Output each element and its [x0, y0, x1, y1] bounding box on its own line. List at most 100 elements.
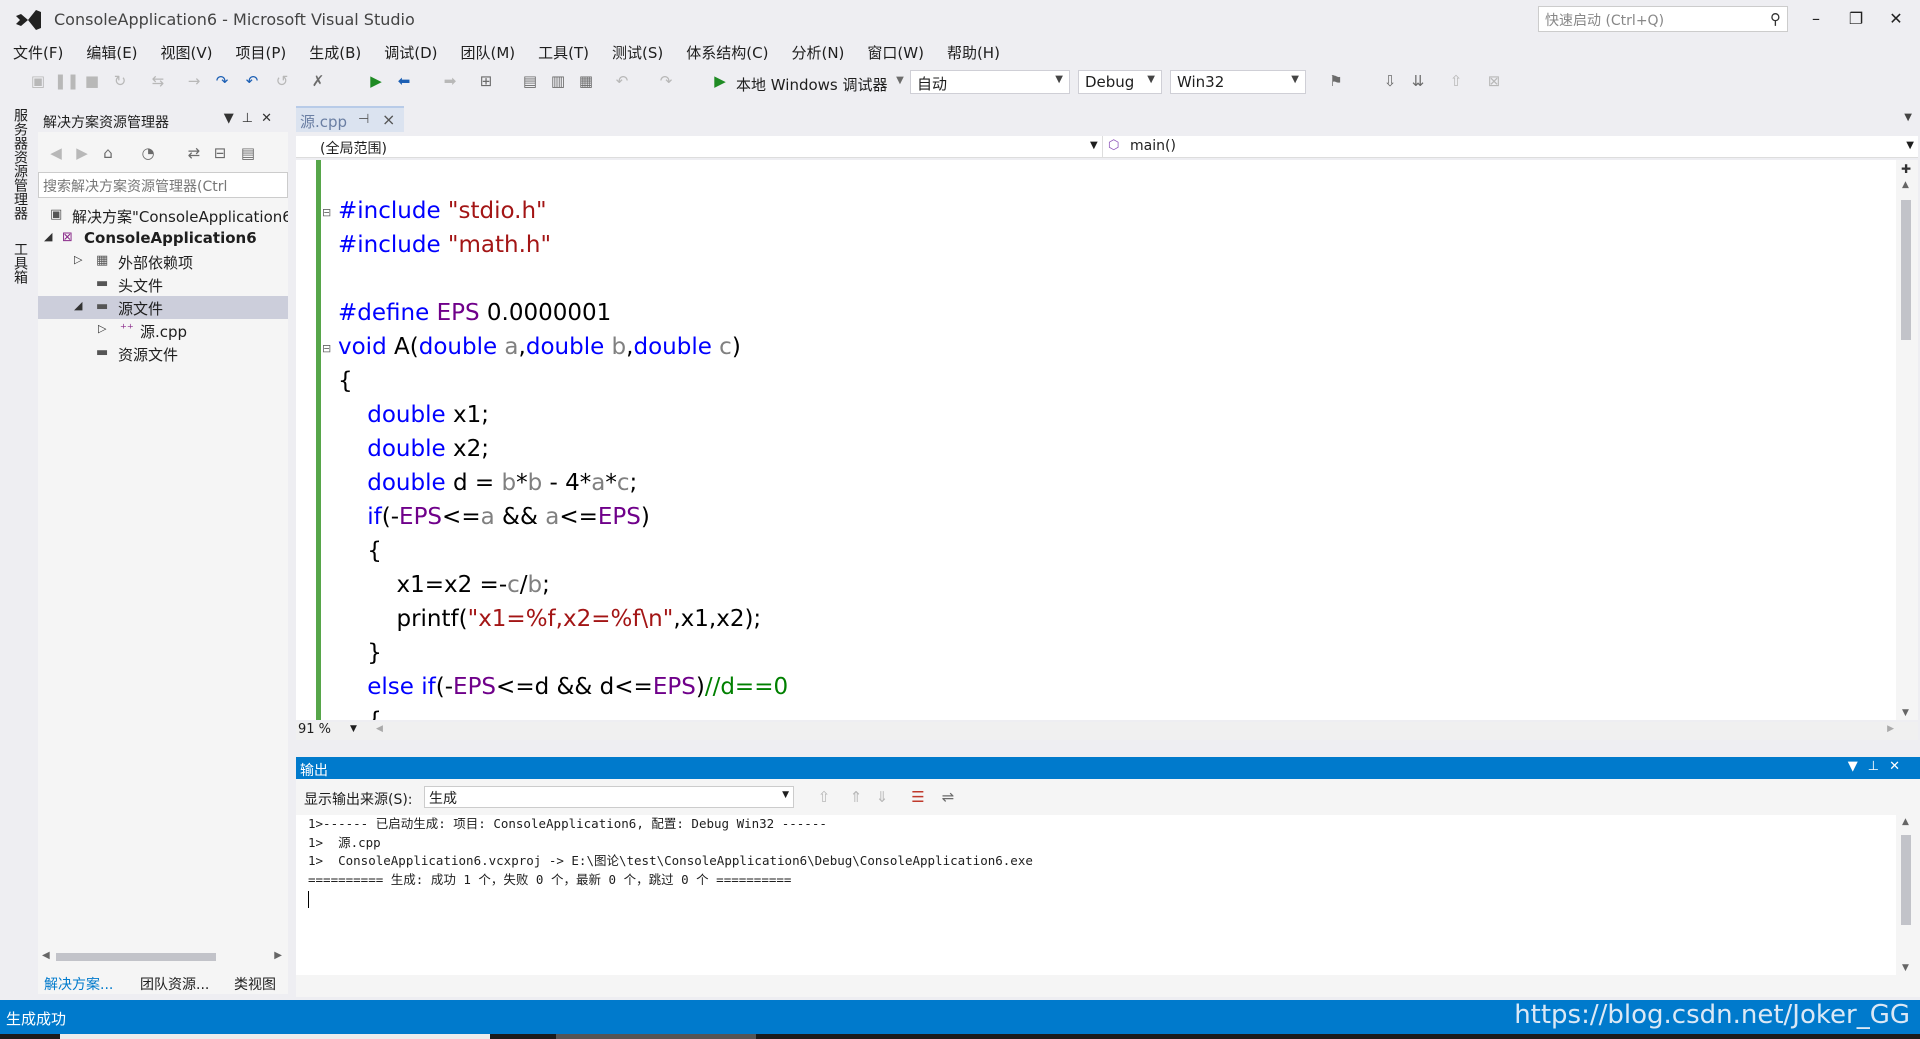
save-icon[interactable]: ▥ — [548, 71, 568, 91]
expanded-icon[interactable]: ◢ — [44, 230, 52, 243]
quick-launch-input[interactable]: 快速启动 (Ctrl+Q) ⚲ — [1538, 6, 1788, 32]
expanded-icon[interactable]: ◢ — [74, 299, 82, 312]
chevron-down-icon[interactable]: ▼ — [1906, 140, 1914, 151]
sync-icon[interactable]: ⇄ — [184, 143, 204, 163]
scroll-down-icon[interactable]: ▼ — [1902, 708, 1909, 718]
split-icon[interactable]: ✚ — [1901, 162, 1911, 176]
zoom-level[interactable]: 91 % — [298, 722, 331, 737]
clear-all-icon[interactable]: ☰ — [908, 787, 928, 807]
scroll-thumb[interactable] — [56, 953, 216, 961]
collapsed-icon[interactable]: ▷ — [98, 322, 106, 335]
tab-solution-explorer[interactable]: 解决方案... — [44, 974, 113, 994]
show-next-statement-icon[interactable]: ⇆ — [148, 71, 168, 91]
scroll-up-icon[interactable]: ▲ — [1902, 180, 1909, 190]
menu-help[interactable]: 帮助(H) — [934, 40, 1010, 63]
close-button[interactable]: ✕ — [1876, 6, 1916, 32]
horizontal-scrollbar[interactable]: ◀ ▶ — [42, 950, 282, 964]
server-explorer-tab[interactable]: 服务器资源管理器 — [10, 108, 30, 220]
menu-team[interactable]: 团队(M) — [448, 40, 526, 63]
collapsed-icon[interactable]: ▷ — [74, 253, 82, 266]
tree-item-dependencies[interactable]: ▷ ▦ 外部依赖项 — [38, 250, 288, 273]
menu-analyze[interactable]: 分析(N) — [778, 40, 854, 63]
attach-icon[interactable]: ▣ — [28, 71, 48, 91]
save-all-icon[interactable]: ▦ — [576, 71, 596, 91]
configuration-select[interactable]: Debug ▼ — [1078, 70, 1162, 94]
find-message-icon[interactable]: ⇧ — [814, 787, 834, 807]
tree-item-solution[interactable]: ▣ 解决方案"ConsoleApplication6" — [38, 204, 288, 227]
output-text[interactable]: 1>------ 已启动生成: 项目: ConsoleApplication6,… — [296, 815, 1896, 975]
chevron-down-icon[interactable]: ▼ — [890, 71, 910, 91]
publish-icon[interactable]: ⇧ — [1446, 71, 1466, 91]
solution-search-input[interactable]: 搜索解决方案资源管理器(Ctrl — [38, 172, 288, 198]
forward-icon[interactable]: ▶ — [72, 143, 92, 163]
pin-icon[interactable]: ⊥ — [1868, 759, 1889, 774]
scroll-down-icon[interactable]: ▼ — [1902, 963, 1909, 973]
open-file-icon[interactable]: ▤ — [520, 71, 540, 91]
collapse-all-icon[interactable]: ⊟ — [210, 143, 230, 163]
taskbar-item[interactable] — [60, 1034, 490, 1039]
tree-item-header-files[interactable]: ▬ 头文件 — [38, 273, 288, 296]
vertical-scrollbar[interactable]: ▲ ▼ — [1896, 815, 1918, 975]
chevron-down-icon[interactable]: ▼ — [1090, 140, 1098, 151]
home-icon[interactable]: ⌂ — [98, 143, 118, 163]
restart-icon[interactable]: ↻ — [110, 71, 130, 91]
fold-icon[interactable]: ⊟ — [322, 332, 331, 366]
close-icon[interactable]: × — [382, 110, 395, 129]
output-source-select[interactable]: 生成 ▼ — [424, 786, 794, 808]
build-icon[interactable]: ⇩ — [1380, 71, 1400, 91]
pause-icon[interactable]: ❚❚ — [54, 71, 79, 91]
close-icon[interactable]: ✕ — [1889, 759, 1910, 774]
menu-build[interactable]: 生成(B) — [296, 40, 371, 63]
menu-edit[interactable]: 编辑(E) — [73, 40, 147, 63]
panel-controls[interactable]: ▼⊥✕ — [224, 111, 280, 126]
menu-project[interactable]: 项目(P) — [223, 40, 297, 63]
taskbar-item-active[interactable] — [556, 1034, 756, 1039]
next-message-icon[interactable]: ⇓ — [872, 787, 892, 807]
step-over-icon[interactable]: ↷ — [212, 71, 232, 91]
tab-team-explorer[interactable]: 团队资源... — [140, 974, 209, 994]
menu-tools[interactable]: 工具(T) — [525, 40, 599, 63]
platform-select[interactable]: Win32 ▼ — [1170, 70, 1306, 94]
scroll-right-icon[interactable]: ▶ — [1887, 724, 1894, 734]
step-into-icon[interactable]: → — [184, 71, 204, 91]
find-in-files-icon[interactable]: ⚑ — [1326, 71, 1346, 91]
new-project-icon[interactable]: ⊞ — [476, 71, 496, 91]
redo-icon[interactable]: ↷ — [656, 71, 676, 91]
chevron-down-icon[interactable]: ▼ — [1848, 759, 1868, 774]
tree-item-project[interactable]: ◢ ⊠ ConsoleApplication6 — [38, 227, 288, 250]
build-solution-icon[interactable]: ⇊ — [1408, 71, 1428, 91]
navigate-back-icon[interactable]: ⬅ — [394, 71, 414, 91]
scroll-left-icon[interactable]: ◀ — [42, 950, 50, 961]
function-dropdown[interactable]: main() — [1130, 138, 1176, 154]
scroll-right-icon[interactable]: ▶ — [274, 950, 282, 961]
pin-icon[interactable]: ⊣ — [358, 112, 369, 127]
chevron-down-icon[interactable]: ▼ — [1904, 112, 1912, 123]
scroll-thumb[interactable] — [1901, 835, 1911, 925]
pin-icon[interactable]: ⊥ — [242, 111, 261, 126]
layout-icon[interactable]: ⊠ — [1484, 71, 1504, 91]
panel-controls[interactable]: ▼⊥✕ — [1848, 759, 1910, 774]
close-icon[interactable]: ✕ — [261, 111, 280, 126]
undo-icon[interactable]: ↶ — [612, 71, 632, 91]
menu-test[interactable]: 测试(S) — [599, 40, 673, 63]
scroll-up-icon[interactable]: ▲ — [1902, 817, 1909, 827]
vertical-scrollbar[interactable]: ✚ ▲ ▼ — [1896, 160, 1918, 720]
scroll-left-icon[interactable]: ◀ — [376, 724, 383, 734]
tree-item-source-cpp[interactable]: ▷ ⁺⁺ 源.cpp — [38, 319, 288, 342]
menu-architecture[interactable]: 体系结构(C) — [673, 40, 778, 63]
toolbox-tab[interactable]: 工具箱 — [10, 242, 30, 284]
run-debugger-button[interactable]: 本地 Windows 调试器 — [736, 74, 888, 95]
back-icon[interactable]: ◀ — [46, 143, 66, 163]
pending-changes-icon[interactable]: ◔ — [138, 143, 158, 163]
menu-file[interactable]: 文件(F) — [0, 40, 73, 63]
restore-button[interactable]: ❐ — [1836, 6, 1876, 32]
navigate-forward-icon[interactable]: ➡ — [440, 71, 460, 91]
menu-window[interactable]: 窗口(W) — [854, 40, 934, 63]
chevron-down-icon[interactable]: ▼ — [350, 724, 357, 734]
fold-icon[interactable]: ⊟ — [322, 196, 331, 230]
chevron-down-icon[interactable]: ▼ — [224, 111, 242, 126]
menu-view[interactable]: 视图(V) — [148, 40, 223, 63]
menu-debug[interactable]: 调试(D) — [371, 40, 447, 63]
scroll-thumb[interactable] — [1901, 200, 1911, 340]
hex-display-icon[interactable]: ✗ — [308, 71, 328, 91]
